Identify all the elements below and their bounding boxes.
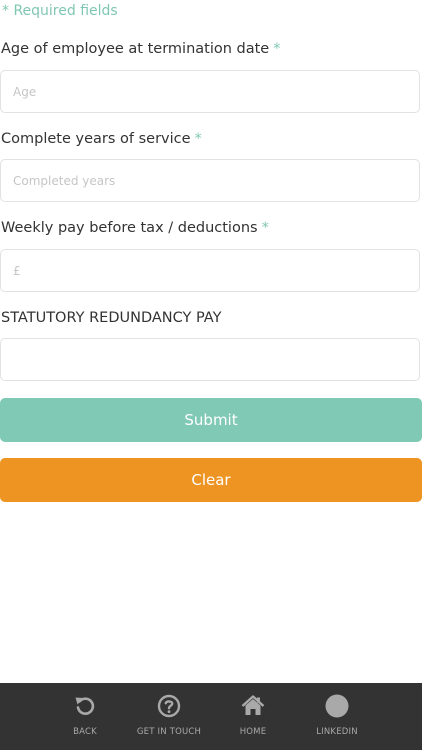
years-label-text: Complete years of service <box>1 131 191 147</box>
years-input[interactable] <box>0 159 420 202</box>
age-label: Age of employee at termination date * <box>1 41 280 57</box>
nav-home-label: HOME <box>239 727 267 737</box>
nav-home[interactable]: HOME <box>213 683 293 750</box>
redundancy-pay-output[interactable] <box>0 338 420 381</box>
age-label-text: Age of employee at termination date <box>1 41 270 57</box>
undo-icon <box>75 697 95 715</box>
linkedin-icon <box>325 694 349 718</box>
weekly-pay-label-text: Weekly pay before tax / deductions <box>1 220 258 236</box>
nav-linkedin[interactable]: LINKEDIN <box>297 683 377 750</box>
nav-get-in-touch-label: GET IN TOUCH <box>136 727 202 737</box>
bottom-nav-bar: BACK GET IN TOUCH HOME LINKEDIN <box>0 683 422 750</box>
years-label: Complete years of service * <box>1 131 202 147</box>
weekly-pay-required-mark: * <box>261 220 269 236</box>
nav-linkedin-label: LINKEDIN <box>316 727 358 737</box>
clear-button[interactable]: Clear <box>0 458 422 502</box>
nav-get-in-touch[interactable]: GET IN TOUCH <box>129 683 209 750</box>
age-required-mark: * <box>273 41 281 57</box>
weekly-pay-input[interactable] <box>0 249 420 292</box>
redundancy-pay-label: STATUTORY REDUNDANCY PAY <box>1 310 222 326</box>
home-icon <box>241 695 265 715</box>
weekly-pay-label: Weekly pay before tax / deductions * <box>1 220 269 236</box>
years-required-mark: * <box>194 131 202 147</box>
required-fields-note: * Required fields <box>2 3 118 19</box>
nav-back-label: BACK <box>73 727 97 737</box>
question-circle-icon <box>157 694 181 718</box>
nav-back[interactable]: BACK <box>45 683 125 750</box>
submit-button[interactable]: Submit <box>0 398 422 442</box>
age-input[interactable] <box>0 70 420 113</box>
